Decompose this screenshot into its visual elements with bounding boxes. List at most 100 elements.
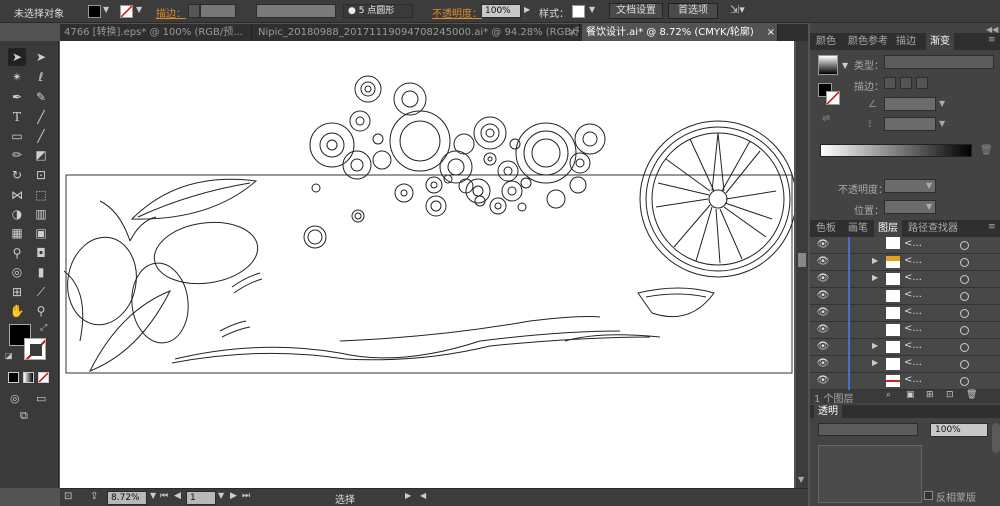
aspect-field[interactable] [884,117,936,131]
scale-tool[interactable]: ⊡ [32,166,50,184]
zoom-dropdown-icon[interactable]: ▼ [150,491,156,500]
zoom-field[interactable]: 8.72% [107,491,147,505]
scroll-left-icon[interactable]: ◀ [420,491,426,500]
screen-mode-icon[interactable]: ▭ [36,392,46,405]
stroke-dropdown-icon[interactable]: ▼ [136,5,142,14]
visibility-eye-icon[interactable]: 👁 [815,257,831,267]
opacity-field[interactable]: 100% [481,4,521,18]
locate-object-icon[interactable]: ⌕ [886,390,891,400]
artboard-tool[interactable]: ⊞ [8,283,26,301]
layer-row[interactable]: 👁 <... [810,237,1000,254]
layer-name[interactable]: <... [904,323,922,334]
layers-menu-icon[interactable]: ≡ [988,222,996,232]
page-dropdown-icon[interactable]: ▼ [218,491,224,500]
column-graph-tool[interactable]: ▮ [32,263,50,281]
layer-name[interactable]: <... [904,340,922,351]
change-screen-mode-icon[interactable]: ⧉ [20,409,28,423]
eraser-tool[interactable]: ◩ [32,146,50,164]
stroke-weight-spinner[interactable] [188,4,200,18]
free-transform-tool[interactable]: ⬚ [32,186,50,204]
new-layer-icon[interactable]: ⊡ [946,390,954,400]
stroke-mini-icon[interactable] [826,91,840,105]
perspective-grid-tool[interactable]: ▥ [32,205,50,223]
mask-thumbnail[interactable] [818,445,922,503]
visibility-eye-icon[interactable]: 👁 [815,359,831,369]
mesh-tool[interactable]: ▦ [8,224,26,242]
target-icon[interactable] [960,360,969,369]
opacity-arrow-icon[interactable]: ▶ [524,5,530,14]
slice-tool[interactable]: ⟋ [32,283,50,301]
default-colors-icon[interactable]: ◪ [5,351,13,360]
visibility-eye-icon[interactable]: 👁 [815,308,831,318]
tab-pathfinder[interactable]: 路径查找器 [904,220,962,237]
artboard[interactable] [60,41,797,488]
layer-row[interactable]: 👁 <... [810,373,1000,390]
transparency-opacity-field[interactable]: 100% [930,423,988,437]
next-page-icon[interactable]: ▶ [230,491,237,501]
layer-name[interactable]: <... [904,357,922,368]
layer-name[interactable]: <... [904,289,922,300]
style-dropdown-icon[interactable]: ▼ [589,5,595,14]
vertical-scrollbar[interactable]: ▼ [796,41,808,488]
aspect-dropdown-icon[interactable]: ▼ [939,119,945,128]
new-sublayer-icon[interactable]: ⊞ [926,390,934,400]
symbol-sprayer-tool[interactable]: ◎ [8,263,26,281]
delete-layer-icon[interactable]: 🗑 [966,390,977,400]
layer-name[interactable]: <... [904,374,922,385]
color-mode-icon[interactable] [8,372,19,383]
tab-stroke[interactable]: 描边 [892,33,920,50]
pencil-tool[interactable]: ✏ [8,146,26,164]
gradient-slider[interactable] [820,144,972,157]
gradient-location-dropdown-icon[interactable]: ▼ [926,202,932,211]
tab-transparency[interactable]: 透明 [814,405,842,418]
tab-color-guide[interactable]: 颜色参考 [844,33,892,50]
gradient-thumb-dropdown-icon[interactable]: ▼ [842,61,848,70]
target-icon[interactable] [960,343,969,352]
type-tool[interactable]: T [8,108,26,126]
draw-mode-icon[interactable]: ◎ [10,392,20,405]
layer-name[interactable]: <... [904,272,922,283]
layer-name[interactable]: <... [904,255,922,266]
prev-page-icon[interactable]: ◀ [174,491,181,501]
gradient-type-dropdown[interactable] [884,55,994,69]
stroke-color-box[interactable] [24,338,46,360]
canvas-area[interactable]: ▼ [60,41,808,488]
rotate-tool[interactable]: ↻ [8,166,26,184]
target-icon[interactable] [960,309,969,318]
rectangle-tool[interactable]: ▭ [8,127,26,145]
layer-row[interactable]: 👁 <... [810,305,1000,322]
direct-selection-tool[interactable]: ➤ [32,48,50,66]
brush-dropdown[interactable]: ● 5 点圆形 [343,4,413,18]
status-mode[interactable]: 选择 [335,491,355,506]
layer-name[interactable]: <... [904,238,922,249]
visibility-eye-icon[interactable]: 👁 [815,342,831,352]
hand-tool[interactable]: ✋ [8,302,26,320]
tab-gradient[interactable]: 渐变 [926,33,954,50]
target-icon[interactable] [960,258,969,267]
tab-swatches[interactable]: 色板 [812,220,840,237]
layer-name[interactable]: <... [904,306,922,317]
layer-row[interactable]: 👁 ▶ <... [810,356,1000,373]
outline-artwork[interactable] [60,41,797,488]
reverse-gradient-icon[interactable]: ⇌ [822,113,830,124]
gradient-opacity-dropdown-icon[interactable]: ▼ [926,181,932,190]
scroll-thumb[interactable] [798,253,806,267]
preferences-button[interactable]: 首选项 [668,3,718,19]
stroke-option-2[interactable] [900,77,912,89]
tab-brushes[interactable]: 画笔 [844,220,872,237]
visibility-eye-icon[interactable]: 👁 [815,325,831,335]
layer-row[interactable]: 👁 ▶ <... [810,254,1000,271]
layer-row[interactable]: 👁 ▶ <... [810,271,1000,288]
shape-builder-tool[interactable]: ◑ [8,205,26,223]
gradient-mode-icon[interactable] [23,372,34,383]
visibility-eye-icon[interactable]: 👁 [815,274,831,284]
paintbrush-tool[interactable]: ╱ [32,127,50,145]
status-arrow-icon[interactable]: ▶ [405,491,411,500]
fill-swatch[interactable] [88,5,101,18]
stroke-option-3[interactable] [916,77,928,89]
layer-row[interactable]: 👁 <... [810,288,1000,305]
panel-scrollbar[interactable] [992,423,1000,453]
zoom-tool[interactable]: ⚲ [32,302,50,320]
close-icon[interactable]: × [569,24,577,41]
style-swatch[interactable] [572,5,585,18]
